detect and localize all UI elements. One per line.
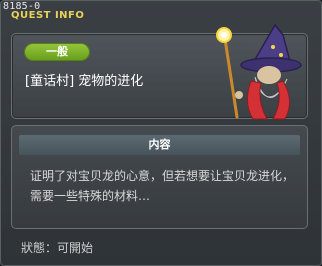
category-badge: 一般: [25, 44, 89, 60]
window-title: QUEST INFO: [11, 10, 85, 21]
quest-status: 狀態：可開始: [21, 241, 94, 255]
quest-info-window: 8185-0 QUEST INFO 一般 [童话村] 宠物的进化 内容 证明了对…: [0, 0, 322, 266]
content-panel: 内容 证明了对宝贝龙的心意，但若想要让宝贝龙进化， 需要一些特殊的材料…: [11, 125, 308, 229]
wizard-npc-icon: [216, 23, 302, 120]
description-line: 需要一些特殊的材料…: [30, 189, 151, 203]
content-header: 内容: [19, 135, 300, 155]
quest-description: 证明了对宝贝龙的心意，但若想要让宝贝龙进化， 需要一些特殊的材料…: [30, 166, 300, 206]
description-line: 证明了对宝贝龙的心意，但若想要让宝贝龙进化，: [30, 169, 295, 183]
quest-name: [童话村] 宠物的进化: [25, 74, 144, 89]
